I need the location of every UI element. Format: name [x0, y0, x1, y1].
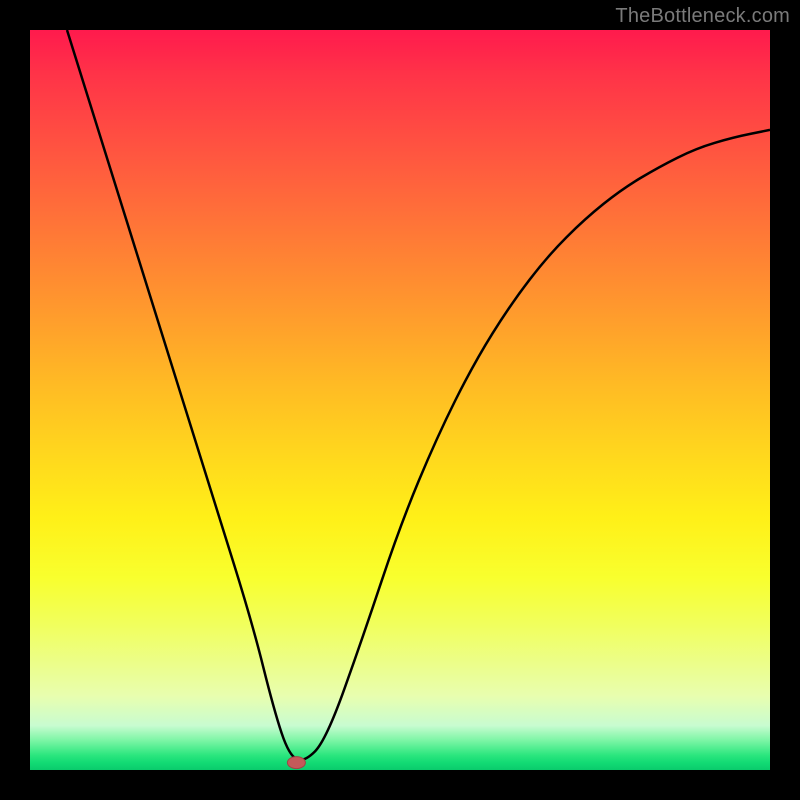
curve-svg: [30, 30, 770, 770]
plot-area: [30, 30, 770, 770]
chart-frame: TheBottleneck.com: [0, 0, 800, 800]
bottleneck-curve: [67, 30, 770, 760]
optimum-marker: [287, 757, 305, 769]
watermark-text: TheBottleneck.com: [615, 5, 790, 28]
